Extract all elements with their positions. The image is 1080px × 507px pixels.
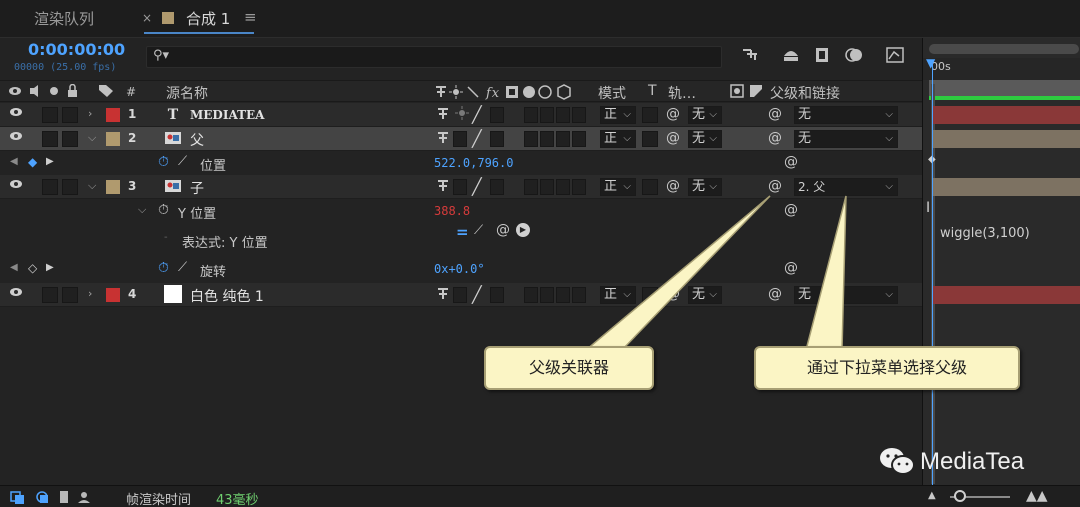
status-bar: 帧渲染时间 43毫秒 ▲ ▲▲ bbox=[0, 485, 1080, 507]
dropdown-callout: 通过下拉菜单选择父级 bbox=[754, 346, 1020, 390]
callout-arrows bbox=[583, 195, 847, 351]
dropdown-callout-pointer bbox=[805, 195, 847, 351]
render-time-label: 帧渲染时间 bbox=[126, 493, 192, 507]
toggle-switches-icons[interactable] bbox=[10, 489, 100, 507]
zoom-out-icon[interactable]: ▲ bbox=[928, 490, 936, 501]
pickwhip-callout-pointer bbox=[583, 195, 771, 351]
pickwhip-callout: 父级关联器 bbox=[484, 346, 654, 390]
render-time-value: 43毫秒 bbox=[216, 493, 259, 507]
zoom-slider-handle[interactable] bbox=[954, 490, 966, 502]
wechat-logo-icon bbox=[878, 446, 916, 480]
watermark-text: MediaTea bbox=[920, 448, 1025, 475]
zoom-in-icon[interactable]: ▲▲ bbox=[1026, 488, 1048, 504]
